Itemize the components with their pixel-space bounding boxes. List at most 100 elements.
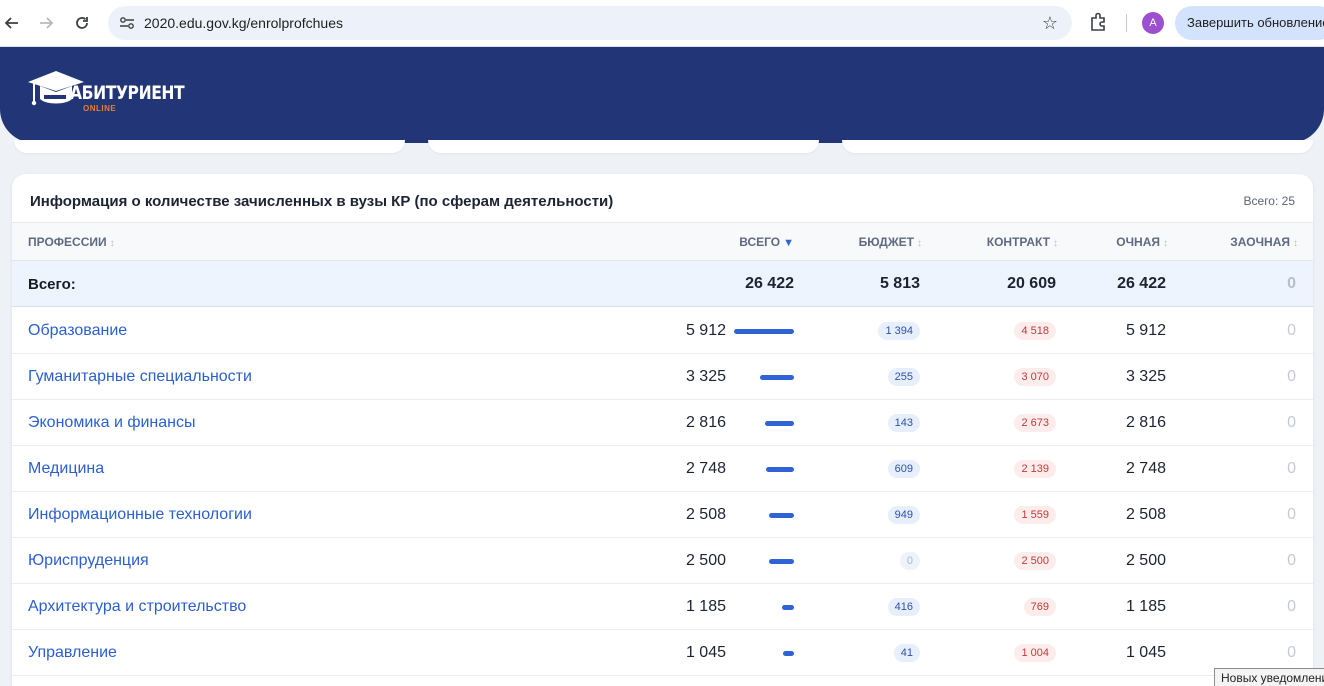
reload-icon[interactable] <box>70 11 94 35</box>
profession-link[interactable]: Экономика и финансы <box>28 400 196 446</box>
all-count-cell: 2 508 <box>686 492 794 538</box>
column-header-fulltime[interactable]: ОЧНАЯ ↕ <box>1116 235 1168 249</box>
contract-cell: 2 500 <box>1014 538 1056 584</box>
column-header-parttime[interactable]: ЗАОЧНАЯ ↕ <box>1230 235 1298 249</box>
fulltime-count: 3 325 <box>1125 368 1166 385</box>
enrollment-table-card: Информация о количестве зачисленных в ву… <box>12 174 1313 686</box>
address-bar[interactable]: 2020.edu.gov.kg/enrolprofchues ☆ <box>108 6 1072 40</box>
total-label: Всего: <box>28 275 76 293</box>
fulltime-count: 2 748 <box>1125 460 1166 477</box>
all-count-cell: 5 912 <box>686 308 794 354</box>
budget-badge: 143 <box>887 414 920 432</box>
column-header-budget[interactable]: БЮДЖЕТ ↕ <box>859 235 922 249</box>
extensions-icon[interactable] <box>1088 11 1110 33</box>
share-bar <box>766 466 794 472</box>
parttime-count: 0 <box>1287 460 1296 477</box>
table-row[interactable]: Архитектура и строительство 1 185 416 769 1 … <box>12 584 1313 630</box>
parttime-count: 0 <box>1287 322 1296 339</box>
finish-update-button[interactable]: Завершить обновление <box>1175 6 1324 40</box>
share-bar <box>783 650 794 656</box>
table-header: ПРОФЕССИИ ↕ ВСЕГО ▼ БЮДЖЕТ ↕ КОНТРАКТ ↕ ОЧНА… <box>12 222 1313 261</box>
fulltime-count: 2 500 <box>1125 552 1166 569</box>
budget-cell: 41 <box>893 630 920 676</box>
share-bar <box>769 512 794 518</box>
fulltime-count: 2 816 <box>1125 414 1166 431</box>
share-bar <box>734 328 794 334</box>
sort-desc-icon: ▼ <box>783 237 794 249</box>
total-records-count: Всего: 25 <box>1243 194 1295 208</box>
all-count: 2 748 <box>685 460 726 477</box>
total-fulltime: 26 422 <box>1117 275 1166 292</box>
fulltime-count: 5 912 <box>1125 322 1166 339</box>
bookmark-star-icon[interactable]: ☆ <box>1042 13 1058 34</box>
share-bar-track <box>734 512 794 518</box>
budget-badge: 416 <box>887 598 920 616</box>
contract-badge: 4 518 <box>1014 322 1056 340</box>
contract-cell: 1 004 <box>1014 630 1056 676</box>
summary-card-stub <box>14 140 405 153</box>
all-count-cell: 2 748 <box>686 446 794 492</box>
all-count: 1 185 <box>685 598 726 615</box>
table-row[interactable]: Образование 5 912 1 394 4 518 5 912 0 <box>12 308 1313 354</box>
table-row[interactable]: Юриспруденция 2 500 0 2 500 2 500 0 <box>12 538 1313 584</box>
all-count: 1 045 <box>685 644 726 661</box>
profession-link[interactable]: Образование <box>28 308 127 354</box>
all-count-cell: 3 325 <box>686 354 794 400</box>
summary-card-stub <box>428 140 819 153</box>
table-row[interactable]: Медицина 2 748 609 2 139 2 748 0 <box>12 446 1313 492</box>
parttime-count: 0 <box>1287 506 1296 523</box>
table-row[interactable]: Информационные технологии 2 508 949 1 559 2 … <box>12 492 1313 538</box>
profession-link[interactable]: Юриспруденция <box>28 538 149 584</box>
parttime-count: 0 <box>1287 552 1296 569</box>
fulltime-count: 1 185 <box>1125 598 1166 615</box>
profession-link[interactable]: Гуманитарные специальности <box>28 354 252 400</box>
column-header-label: БЮДЖЕТ <box>858 235 914 249</box>
column-header-contract[interactable]: КОНТРАКТ ↕ <box>987 235 1058 249</box>
budget-badge: 609 <box>887 460 920 478</box>
share-bar <box>782 604 794 610</box>
profession-link[interactable]: Управление <box>28 630 117 676</box>
contract-badge: 1 004 <box>1014 644 1056 662</box>
budget-badge: 949 <box>887 506 920 524</box>
budget-badge: 0 <box>899 552 920 570</box>
back-icon[interactable] <box>0 11 24 35</box>
contract-cell: 1 559 <box>1014 492 1056 538</box>
url-text[interactable]: 2020.edu.gov.kg/enrolprofchues <box>144 15 343 31</box>
share-bar <box>760 374 794 380</box>
budget-badge: 1 394 <box>878 322 920 340</box>
fulltime-count: 1 045 <box>1125 644 1166 661</box>
contract-cell: 3 070 <box>1014 354 1056 400</box>
budget-cell: 143 <box>887 400 920 446</box>
contract-badge: 2 139 <box>1014 460 1056 478</box>
profile-avatar[interactable]: A <box>1142 12 1164 34</box>
budget-cell: 949 <box>887 492 920 538</box>
total-budget: 5 813 <box>879 275 920 292</box>
table-title: Информация о количестве зачисленных в ву… <box>30 193 614 210</box>
column-header-all[interactable]: ВСЕГО ▼ <box>739 235 794 249</box>
profession-link[interactable]: Архитектура и строительство <box>28 584 246 630</box>
share-bar-track <box>734 466 794 472</box>
all-count: 3 325 <box>685 368 726 385</box>
contract-cell: 2 673 <box>1014 400 1056 446</box>
share-bar-track <box>734 558 794 564</box>
budget-badge: 41 <box>893 644 920 662</box>
share-bar-track <box>734 374 794 380</box>
profession-link[interactable]: Медицина <box>28 446 104 492</box>
sort-icon: ↕ <box>1293 238 1298 249</box>
all-count: 2 500 <box>685 552 726 569</box>
all-count-cell: 1 185 <box>686 584 794 630</box>
table-row[interactable]: Управление 1 045 41 1 004 1 045 0 <box>12 630 1313 676</box>
summary-card-stub <box>842 140 1313 153</box>
sort-icon: ↕ <box>109 238 115 249</box>
column-header-profession[interactable]: ПРОФЕССИИ ↕ <box>28 235 115 249</box>
table-row[interactable]: Гуманитарные специальности 3 325 255 3 070 3… <box>12 354 1313 400</box>
profession-link[interactable]: Информационные технологии <box>28 492 252 538</box>
table-row[interactable]: Экономика и финансы 2 816 143 2 673 2 816 0 <box>12 400 1313 446</box>
site-settings-icon[interactable] <box>118 14 136 32</box>
share-bar-track <box>734 604 794 610</box>
site-header: АБИТУРИЕНТ ONLINE <box>0 47 1324 143</box>
contract-badge: 1 559 <box>1014 506 1056 524</box>
forward-icon[interactable] <box>34 11 58 35</box>
contract-badge: 2 500 <box>1014 552 1056 570</box>
sort-icon: ↕ <box>1163 238 1168 249</box>
